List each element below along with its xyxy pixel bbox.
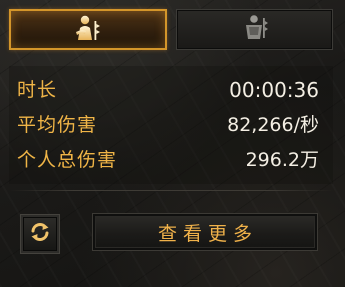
stats-list: 时长 00:00:36 平均伤害 82,266/秒 个人总伤害 296.2万 bbox=[9, 66, 333, 184]
stat-value: 296.2万 bbox=[245, 149, 319, 171]
damage-stats-panel: 时长 00:00:36 平均伤害 82,266/秒 个人总伤害 296.2万 查… bbox=[0, 0, 345, 287]
divider bbox=[9, 190, 333, 191]
tab-tank[interactable] bbox=[176, 9, 333, 50]
tab-damage[interactable] bbox=[9, 9, 167, 50]
stat-value: 00:00:36 bbox=[229, 78, 319, 102]
refresh-icon bbox=[28, 220, 52, 248]
refresh-button[interactable] bbox=[21, 215, 59, 253]
stat-row-total-damage: 个人总伤害 296.2万 bbox=[9, 144, 333, 176]
tank-icon bbox=[240, 13, 270, 47]
damage-dealer-icon bbox=[73, 13, 103, 47]
stat-row-average-damage: 平均伤害 82,266/秒 bbox=[9, 109, 333, 141]
stat-label: 平均伤害 bbox=[17, 114, 98, 136]
view-more-button[interactable]: 查看更多 bbox=[92, 213, 318, 251]
stat-row-duration: 时长 00:00:36 bbox=[9, 74, 333, 106]
stat-value: 82,266/秒 bbox=[227, 114, 319, 136]
stat-label: 时长 bbox=[17, 79, 58, 101]
stat-label: 个人总伤害 bbox=[17, 149, 118, 171]
